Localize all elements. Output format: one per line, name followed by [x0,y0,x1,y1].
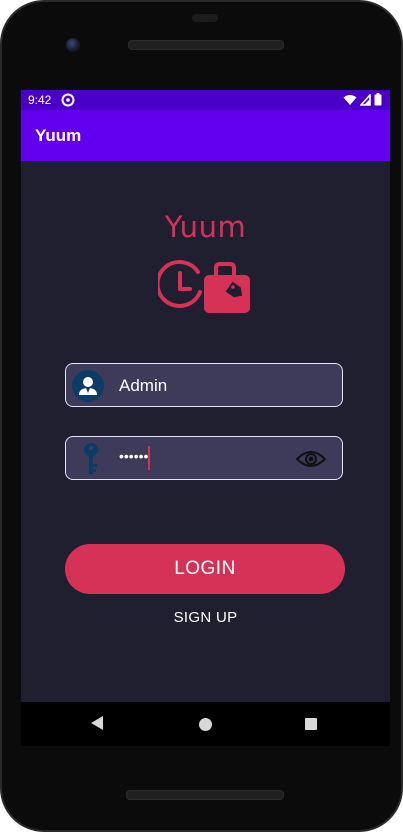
eye-icon[interactable] [296,449,326,469]
earpiece-grille [128,40,284,50]
home-icon[interactable] [199,718,212,731]
battery-icon [374,93,382,106]
app-screen: 9:42 Yuum Yuum Admin •••••• LOGIN SIGN U… [21,90,390,702]
user-avatar-icon [72,370,104,402]
signup-link[interactable]: SIGN UP [21,609,390,626]
data-saver-icon [61,93,75,107]
status-icons [343,93,382,106]
back-icon[interactable] [91,716,103,730]
login-button[interactable]: LOGIN [65,544,345,594]
app-bar: Yuum [21,110,390,161]
system-nav-bar [21,702,390,746]
key-icon [84,443,98,474]
password-input[interactable]: •••••• [119,448,148,464]
bottom-speaker-grille [126,790,284,800]
top-speaker [192,14,218,22]
logo-text: Yuum [164,210,247,244]
text-cursor [148,446,150,470]
username-input[interactable] [119,376,319,396]
signal-icon [360,93,371,106]
password-field[interactable]: •••••• [65,436,343,480]
recents-icon[interactable] [305,718,317,730]
clock-luggage-icon [158,259,250,313]
phone-frame: 9:42 Yuum Yuum Admin •••••• LOGIN SIGN U… [0,0,403,832]
status-time: 9:42 [28,93,52,107]
front-camera [66,38,80,52]
username-field[interactable] [65,363,343,407]
wifi-icon [343,94,357,105]
app-title: Yuum [35,126,82,145]
status-bar: 9:42 [21,90,390,110]
